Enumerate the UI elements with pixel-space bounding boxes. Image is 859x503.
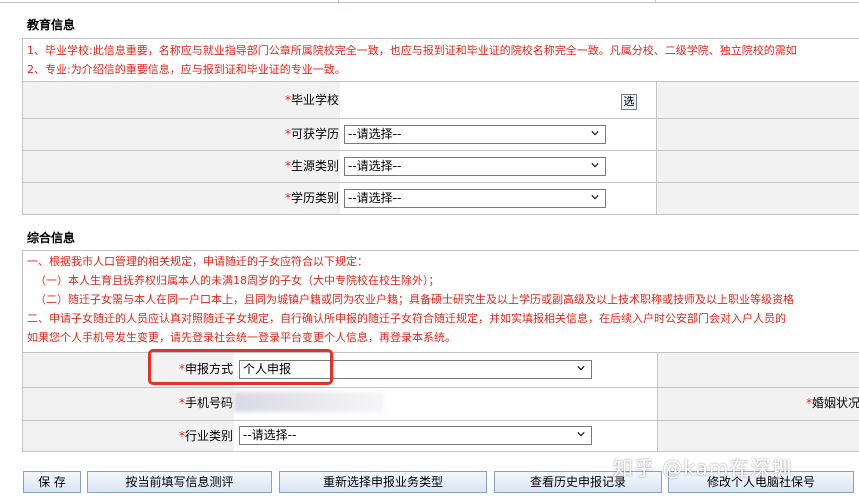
source-row: *生源类别 --请选择-- bbox=[22, 151, 859, 183]
general-notice: 一、根据我市人口管理的相关规定，申请随迁的子女应符合以下规定： （一）本人生育且… bbox=[22, 250, 859, 353]
edutype-value-cell: --请选择-- bbox=[340, 183, 657, 214]
chevron-down-icon bbox=[591, 195, 599, 200]
general-note-2: （一）本人生育且抚养权归属本人的未满18周岁的子女（大中专院校在校生除外）； bbox=[35, 274, 440, 287]
chevron-down-icon bbox=[577, 366, 585, 371]
degree-label-cell: *可获学历 bbox=[23, 119, 342, 150]
watermark: 知乎 @kam在深圳 bbox=[613, 456, 793, 480]
school-label: 毕业学校 bbox=[290, 93, 339, 107]
marital-label-cell: *婚姻状况 bbox=[658, 388, 859, 420]
degree-select-value: --请选择-- bbox=[348, 127, 402, 141]
general-note-5: 如果您个人手机号发生变更，请先登录社会统一登录平台变更个人信息，再登录本系统。 bbox=[27, 331, 456, 344]
general-note-1: 一、根据我市人口管理的相关规定，申请随迁的子女应符合以下规定： bbox=[27, 255, 368, 268]
save-button[interactable]: 保 存 bbox=[23, 471, 81, 493]
degree-label: 可获学历 bbox=[290, 127, 339, 141]
divider bbox=[655, 0, 656, 3]
chevron-down-icon bbox=[577, 432, 585, 437]
general-note-4: 二、申请子女随迁的人员应认真对照随迁子女规定，自行确认所申报的随迁子女符合随迁规… bbox=[27, 312, 786, 325]
edutype-label: 学历类别 bbox=[290, 191, 339, 205]
industry-label-cell: *行业类别 bbox=[23, 421, 236, 451]
edutype-select-value: --请选择-- bbox=[348, 191, 402, 205]
edutype-label-cell: *学历类别 bbox=[23, 183, 342, 214]
phone-value-cell[interactable] bbox=[234, 388, 658, 420]
phone-label: 手机号码 bbox=[184, 396, 233, 410]
reselect-type-button[interactable]: 重新选择申报业务类型 bbox=[279, 471, 487, 493]
general-section-title: 综合信息 bbox=[27, 231, 76, 245]
degree-value-cell: --请选择-- bbox=[340, 119, 657, 150]
edutype-select[interactable]: --请选择-- bbox=[344, 189, 606, 208]
industry-select[interactable]: --请选择-- bbox=[239, 426, 592, 445]
industry-select-value: --请选择-- bbox=[243, 428, 297, 442]
top-border bbox=[0, 0, 859, 3]
highlight-frame bbox=[148, 349, 333, 385]
test-button[interactable]: 按当前填写信息测评 bbox=[87, 471, 272, 493]
source-select[interactable]: --请选择-- bbox=[344, 157, 606, 176]
source-value-cell: --请选择-- bbox=[340, 151, 657, 182]
phone-row: *手机号码 *婚姻状况 bbox=[22, 388, 859, 421]
divider bbox=[338, 0, 339, 3]
source-label-cell: *生源类别 bbox=[23, 151, 342, 182]
degree-row: *可获学历 --请选择-- bbox=[22, 119, 859, 151]
degree-select[interactable]: --请选择-- bbox=[344, 125, 606, 144]
school-label-cell: *毕业学校 bbox=[23, 82, 342, 118]
chevron-down-icon bbox=[591, 131, 599, 136]
industry-row: *行业类别 --请选择-- bbox=[22, 421, 859, 452]
education-section-title: 教育信息 bbox=[27, 18, 76, 32]
phone-label-cell: *手机号码 bbox=[23, 388, 236, 420]
school-pick-button[interactable]: 选 bbox=[621, 94, 637, 110]
industry-label: 行业类别 bbox=[184, 429, 233, 443]
redacted-phone bbox=[234, 392, 384, 412]
school-value-cell[interactable]: 选 bbox=[340, 82, 657, 118]
source-label: 生源类别 bbox=[290, 159, 339, 173]
education-note-1: 1、毕业学校:此信息重要，名称应与就业指导部门公章所属院校完全一致，也应与报到证… bbox=[27, 44, 797, 57]
marital-label: 婚姻状况 bbox=[811, 396, 859, 410]
source-select-value: --请选择-- bbox=[348, 159, 402, 173]
industry-value-cell: --请选择-- bbox=[234, 421, 658, 451]
chevron-down-icon bbox=[591, 163, 599, 168]
edutype-row: *学历类别 --请选择-- bbox=[22, 183, 859, 215]
general-note-3: （二）随迁子女需与本人在同一户口本上，且同为城镇户籍或同为农业户籍；具备硕士研究… bbox=[35, 293, 794, 306]
education-note-2: 2、专业:为介绍信的重要信息，应与报到证和毕业证的专业一致。 bbox=[27, 63, 346, 76]
school-row: *毕业学校 选 bbox=[22, 82, 859, 119]
education-notice: 1、毕业学校:此信息重要，名称应与就业指导部门公章所属院校完全一致，也应与报到证… bbox=[22, 38, 859, 82]
